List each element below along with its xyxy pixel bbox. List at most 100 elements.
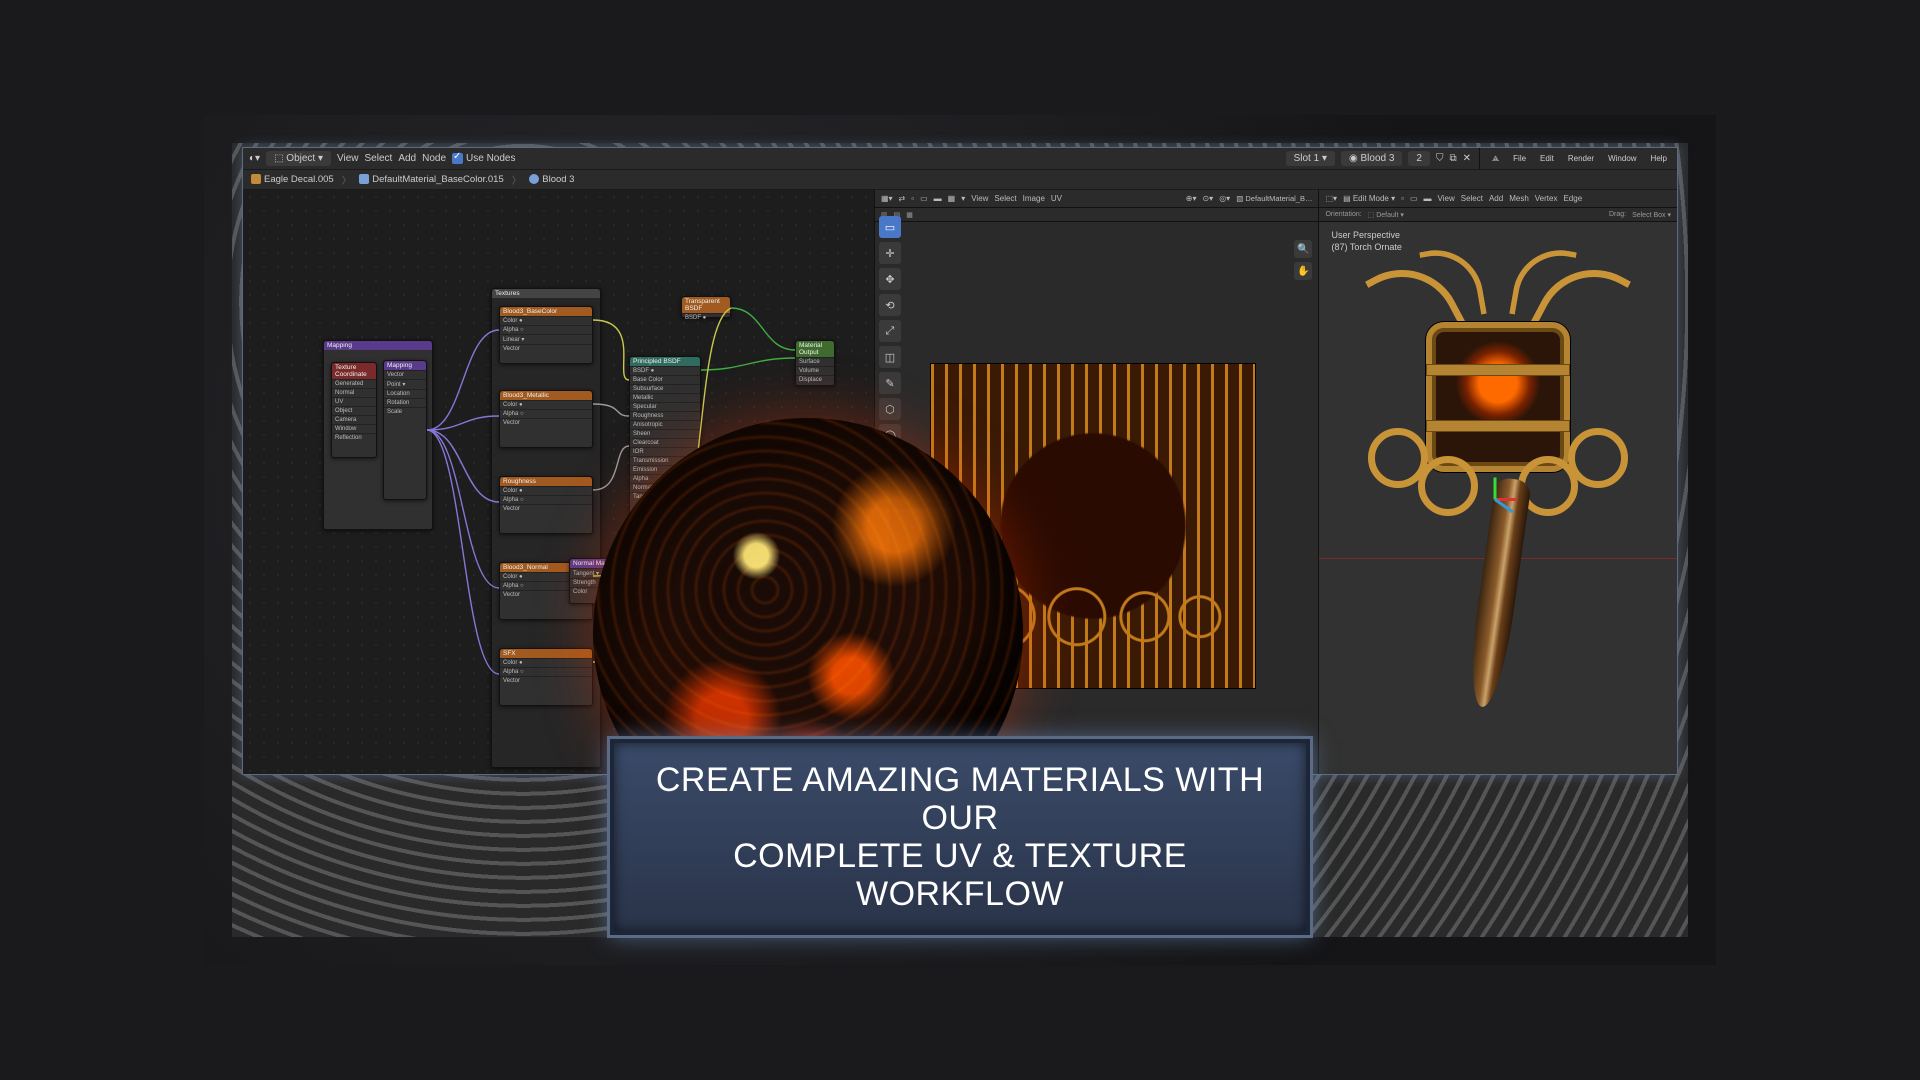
sel-island-icon[interactable]: ▦ bbox=[948, 194, 956, 203]
menu-vertex[interactable]: Vertex bbox=[1535, 194, 1558, 203]
mode-dropdown[interactable]: ⬚ Object ▾ bbox=[266, 151, 331, 166]
gizmo-y-axis[interactable] bbox=[1494, 478, 1497, 500]
dropdown-icon[interactable]: ▾ bbox=[961, 194, 965, 203]
node-image-texture-roughness[interactable]: Roughness Color ●Alpha ○Vector bbox=[499, 476, 593, 534]
torch-cage bbox=[1426, 322, 1570, 472]
image-selector[interactable]: ▧ DefaultMaterial_B… bbox=[1236, 194, 1312, 203]
menu-edit[interactable]: Edit bbox=[1536, 152, 1558, 165]
node-title: Principled BSDF bbox=[630, 357, 700, 366]
duplicate-icon[interactable]: ⧉ bbox=[1449, 153, 1456, 164]
shield-icon[interactable]: ⛉ bbox=[1436, 153, 1444, 164]
chevron-right-icon: 〉 bbox=[342, 173, 352, 187]
tool-annotate[interactable]: ✎ bbox=[879, 372, 901, 394]
shader-editor-header: ◐▾ ⬚ Object ▾ View Select Add Node Use N… bbox=[243, 148, 1677, 170]
tool-select-box[interactable]: ▭ bbox=[879, 216, 901, 238]
pan-icon[interactable]: ✋ bbox=[1294, 262, 1312, 280]
node-image-texture-basecolor[interactable]: Blood3_BaseColor Color ●Alpha ○Linear ▾V… bbox=[499, 306, 593, 364]
material-users[interactable]: 2 bbox=[1408, 151, 1430, 166]
menu-select[interactable]: Select bbox=[1461, 194, 1483, 203]
menu-mesh[interactable]: Mesh bbox=[1509, 194, 1529, 203]
node-title: Blood3_BaseColor bbox=[500, 307, 592, 316]
frame-title: Mapping bbox=[324, 341, 432, 350]
breadcrumb-object[interactable]: Eagle Decal.005 bbox=[251, 174, 334, 185]
menu-edge[interactable]: Edge bbox=[1563, 194, 1582, 203]
node-image-texture-metallic[interactable]: Blood3_Metallic Color ●Alpha ○Vector bbox=[499, 390, 593, 448]
frame-title: Textures bbox=[492, 289, 600, 298]
node-title: Roughness bbox=[500, 477, 592, 486]
node-title: Mapping bbox=[384, 361, 426, 370]
sel-vert-icon[interactable]: ▫ bbox=[911, 194, 914, 203]
uv-editor-subheader: ▥ ▤ ▦ bbox=[875, 208, 1319, 222]
uv-menu-select[interactable]: Select bbox=[994, 194, 1016, 203]
uv-menu-view[interactable]: View bbox=[971, 194, 988, 203]
tool-rotate[interactable]: ⟲ bbox=[879, 294, 901, 316]
blender-window: Asset ManagerLayoutModelingSculptingUV E… bbox=[242, 147, 1678, 775]
node-material-output[interactable]: Material Output SurfaceVolumeDisplace bbox=[795, 340, 835, 386]
torch-model[interactable] bbox=[1388, 278, 1608, 708]
menu-render[interactable]: Render bbox=[1564, 152, 1598, 165]
sel-edge-icon[interactable]: ▭ bbox=[1410, 194, 1418, 203]
breadcrumb-nodegroup[interactable]: Blood 3 bbox=[529, 174, 574, 185]
menu-add[interactable]: Add bbox=[398, 153, 416, 164]
uv-editor-header: ▦▾ ⇄ ▫ ▭ ▬ ▦ ▾ View Select Image UV ⊕▾ ⊙… bbox=[875, 190, 1319, 208]
torch-ring bbox=[1418, 456, 1478, 516]
orientation-dropdown[interactable]: ⬚ Default ▾ bbox=[1368, 211, 1404, 219]
sel-vert-icon[interactable]: ▫ bbox=[1401, 194, 1404, 203]
close-icon[interactable]: ✕ bbox=[1463, 153, 1471, 164]
node-transparent-bsdf[interactable]: Transparent BSDF BSDF ● bbox=[681, 296, 731, 318]
node-title: SFX bbox=[500, 649, 592, 658]
tool-rip[interactable]: ⬡ bbox=[879, 398, 901, 420]
menu-add[interactable]: Add bbox=[1489, 194, 1503, 203]
editor-type-icon[interactable]: ◐▾ bbox=[249, 153, 260, 164]
pivot-icon[interactable]: ⊕▾ bbox=[1186, 194, 1197, 203]
display-icon3[interactable]: ▦ bbox=[906, 211, 913, 219]
sync-icon[interactable]: ⇄ bbox=[899, 194, 906, 203]
zoom-icon[interactable]: 🔍 bbox=[1294, 240, 1312, 258]
3d-viewport-header: ⬚▾ ▤ Edit Mode ▾ ▫ ▭ ▬ View Select Add M… bbox=[1319, 190, 1677, 208]
viewport-overlay-text: User Perspective (87) Torch Ornate bbox=[1331, 230, 1401, 253]
node-title: Texture Coordinate bbox=[332, 363, 376, 379]
node-title: Blood3_Metallic bbox=[500, 391, 592, 400]
promo-caption: CREATE AMAZING MATERIALS WITH OUR COMPLE… bbox=[610, 739, 1310, 935]
sel-face-icon[interactable]: ▬ bbox=[934, 194, 942, 203]
3d-viewport[interactable]: ⬚▾ ▤ Edit Mode ▾ ▫ ▭ ▬ View Select Add M… bbox=[1318, 190, 1677, 774]
node-title: Material Output bbox=[796, 341, 834, 357]
uv-menu-uv[interactable]: UV bbox=[1051, 194, 1062, 203]
uv-toolbar: ▭ ✛ ✥ ⟲ ⤢ ◫ ✎ ⬡ ◯ bbox=[879, 216, 901, 446]
uv-menu-image[interactable]: Image bbox=[1023, 194, 1045, 203]
slot-dropdown[interactable]: Slot 1 ▾ bbox=[1286, 151, 1335, 166]
torch-horn bbox=[1419, 243, 1487, 324]
mode-dropdown[interactable]: ▤ Edit Mode ▾ bbox=[1343, 194, 1395, 203]
use-nodes-checkbox[interactable]: Use Nodes bbox=[452, 153, 515, 164]
editor-type-icon[interactable]: ⬚▾ bbox=[1325, 194, 1337, 203]
chevron-right-icon: 〉 bbox=[512, 173, 522, 187]
tool-transform[interactable]: ◫ bbox=[879, 346, 901, 368]
menu-window[interactable]: Window bbox=[1604, 152, 1640, 165]
editor-type-icon[interactable]: ▦▾ bbox=[881, 194, 893, 203]
uv-nav-gizmos: 🔍 ✋ bbox=[1294, 240, 1312, 280]
proportional-icon[interactable]: ◎▾ bbox=[1219, 194, 1230, 203]
menu-file[interactable]: File bbox=[1509, 152, 1530, 165]
breadcrumb-material[interactable]: DefaultMaterial_BaseColor.015 bbox=[359, 174, 504, 185]
tool-move[interactable]: ✥ bbox=[879, 268, 901, 290]
node-texture-coordinate[interactable]: Texture Coordinate GeneratedNormalUVObje… bbox=[331, 362, 377, 458]
material-selector[interactable]: ◉ Blood 3 bbox=[1341, 151, 1402, 166]
node-title: Transparent BSDF bbox=[682, 297, 730, 313]
3d-viewport-subheader: Orientation: ⬚ Default ▾ Drag: Select Bo… bbox=[1319, 208, 1677, 222]
caption-line1: CREATE AMAZING MATERIALS WITH OUR bbox=[656, 761, 1264, 837]
menu-node[interactable]: Node bbox=[422, 153, 446, 164]
node-image-texture-sfx[interactable]: SFX Color ●Alpha ○Vector bbox=[499, 648, 593, 706]
sel-edge-icon[interactable]: ▭ bbox=[920, 194, 928, 203]
menu-select[interactable]: Select bbox=[365, 153, 393, 164]
sel-face-icon[interactable]: ▬ bbox=[1424, 194, 1432, 203]
tool-cursor[interactable]: ✛ bbox=[879, 242, 901, 264]
menu-view[interactable]: View bbox=[337, 153, 359, 164]
drag-dropdown[interactable]: Select Box ▾ bbox=[1632, 211, 1671, 219]
menu-view[interactable]: View bbox=[1438, 194, 1455, 203]
tool-scale[interactable]: ⤢ bbox=[879, 320, 901, 342]
blender-icon: ⟁ bbox=[1488, 152, 1503, 166]
snap-icon[interactable]: ⊙▾ bbox=[1202, 194, 1213, 203]
node-mapping[interactable]: Mapping VectorPoint ▾LocationRotationSca… bbox=[383, 360, 427, 500]
menu-help[interactable]: Help bbox=[1647, 152, 1671, 165]
transform-gizmo[interactable] bbox=[1475, 478, 1521, 524]
